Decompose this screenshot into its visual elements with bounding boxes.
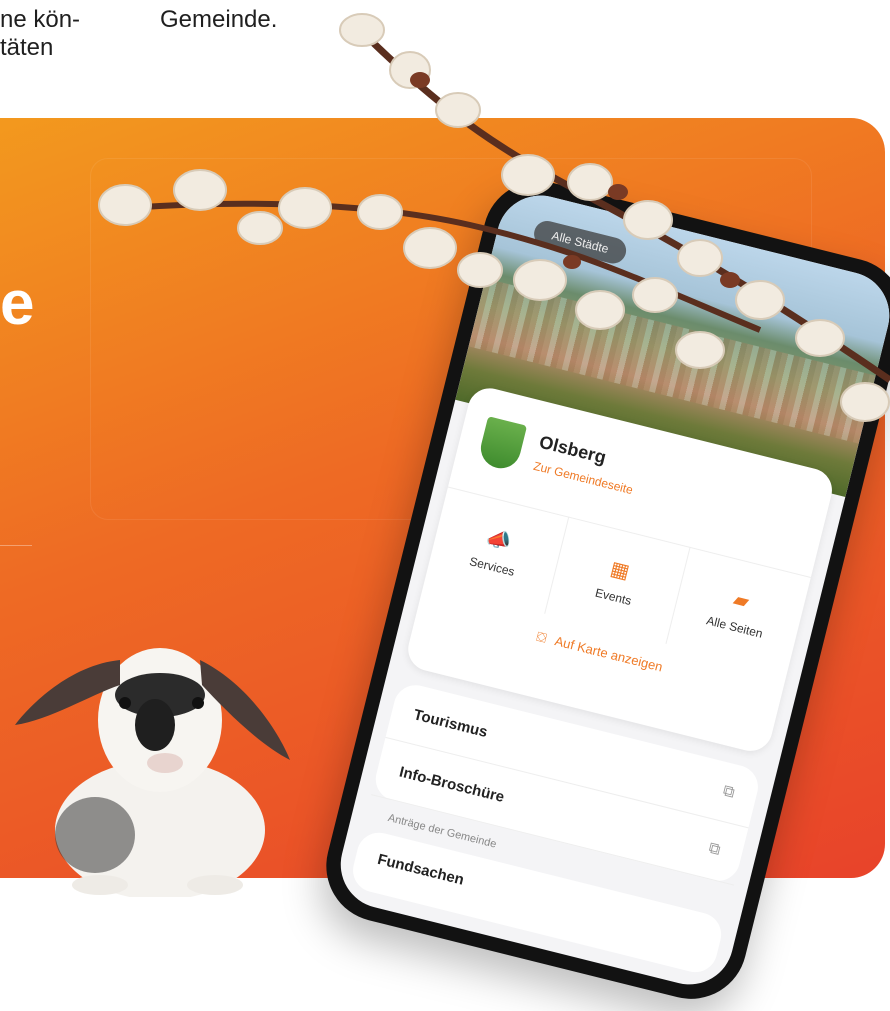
external-link-icon: ⧉ — [721, 782, 737, 802]
quick-action-label: Alle Seiten — [705, 612, 765, 641]
quick-actions: 📣 Services ▦ Events ▰ Alle Seiten — [423, 486, 811, 675]
quick-action-events[interactable]: ▦ Events — [545, 516, 691, 645]
folder-icon: ▰ — [731, 587, 752, 613]
quick-action-services[interactable]: 📣 Services — [423, 486, 570, 614]
list-item-label: Info-Broschüre — [397, 763, 507, 806]
map-icon: ⛋ — [535, 628, 549, 646]
bunny-image — [15, 648, 290, 897]
quick-action-all-pages[interactable]: ▰ Alle Seiten — [666, 547, 811, 674]
external-link-icon: ⧉ — [706, 839, 723, 859]
list-item-label: Tourismus — [411, 705, 490, 741]
quick-action-label: Services — [468, 553, 517, 579]
pussy-willow-branch — [98, 13, 890, 422]
megaphone-icon: 📣 — [483, 526, 514, 554]
quick-action-label: Events — [593, 585, 633, 608]
banner-divider — [0, 545, 32, 546]
calendar-icon: ▦ — [608, 557, 632, 584]
